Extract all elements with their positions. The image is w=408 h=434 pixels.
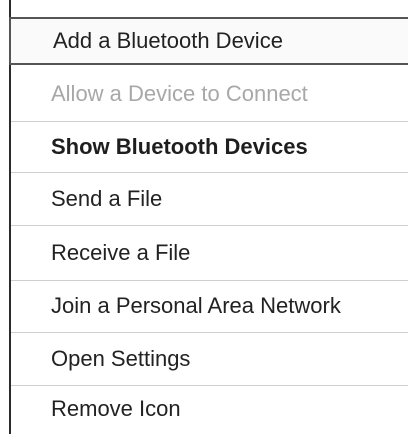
menu-item-send-a-file[interactable]: Send a File [11, 173, 408, 226]
menu-item-label: Send a File [51, 186, 163, 211]
menu-item-label: Remove Icon [51, 396, 181, 421]
menu-item-remove-icon[interactable]: Remove Icon [11, 386, 408, 432]
bluetooth-context-menu: Add a Bluetooth Device Allow a Device to… [9, 0, 408, 434]
menu-item-label: Open Settings [51, 346, 191, 371]
menu-item-show-bluetooth-devices[interactable]: Show Bluetooth Devices [11, 121, 408, 173]
menu-item-allow-device-to-connect: Allow a Device to Connect [11, 67, 408, 122]
menu-item-label: Receive a File [51, 240, 191, 265]
menu-item-label: Add a Bluetooth Device [53, 28, 283, 53]
menu-item-label: Allow a Device to Connect [51, 81, 308, 106]
menu-item-label: Join a Personal Area Network [51, 293, 341, 318]
menu-item-label: Show Bluetooth Devices [51, 133, 308, 159]
menu-item-join-personal-area-network[interactable]: Join a Personal Area Network [11, 280, 408, 333]
menu-item-receive-a-file[interactable]: Receive a File [11, 226, 408, 281]
menu-item-add-bluetooth-device[interactable]: Add a Bluetooth Device [9, 17, 408, 65]
menu-item-open-settings[interactable]: Open Settings [11, 333, 408, 386]
